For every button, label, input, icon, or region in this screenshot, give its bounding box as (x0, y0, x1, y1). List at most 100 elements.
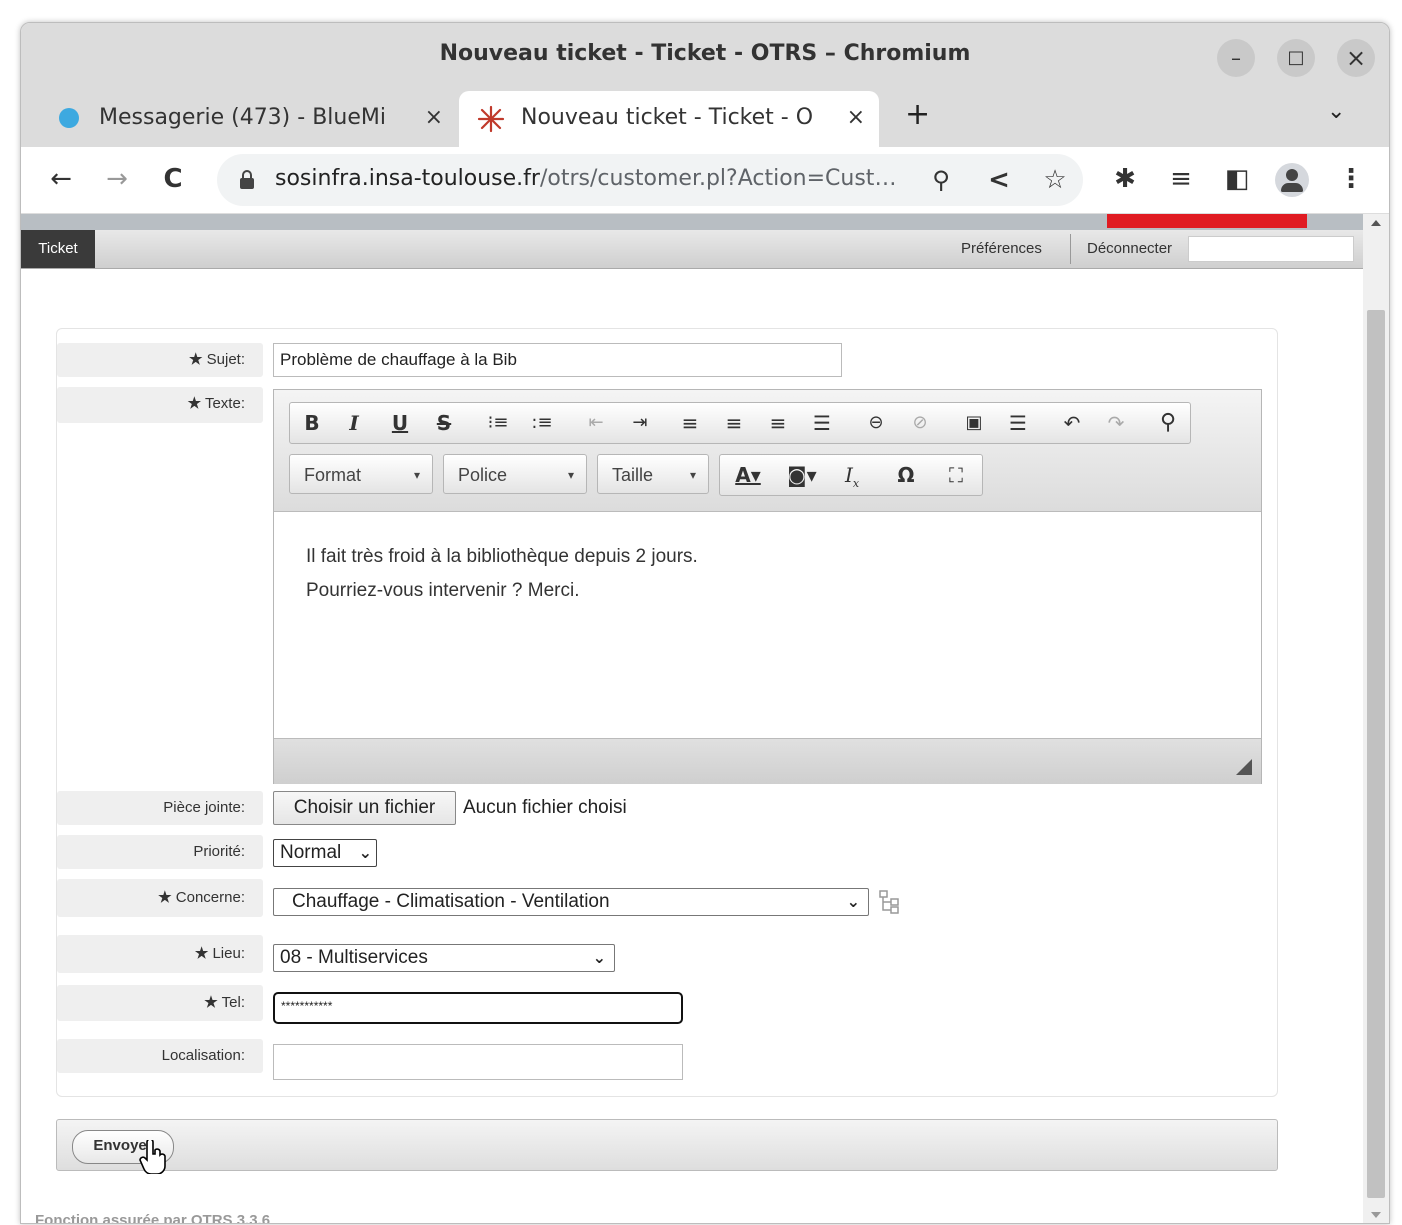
tab-messagerie[interactable]: Messagerie (473) - BlueMi × (41, 91, 457, 147)
close-button[interactable]: × (1337, 39, 1375, 77)
editor-toolbar-row-2: Format ▾ Police ▾ Taille ▾ A▾ ◙▾ Ix Ω ⛶ (289, 454, 983, 496)
footer-text: Fonction assurée par OTRS 3.3.6 (35, 1212, 271, 1224)
editor-toolbar: B I U S ⁝≡ :≡ ⇤ ⇥ ≡ ≡ ≡ ☰ ⊖ ⊘ ▣ ☰ ↶ ↷ ⚲ … (274, 390, 1261, 512)
browser-window: Nouveau ticket - Ticket - OTRS – Chromiu… (20, 22, 1390, 1224)
choose-file-button[interactable]: Choisir un fichier (273, 791, 456, 825)
unlink-icon[interactable]: ⊘ (898, 403, 942, 443)
subject-input[interactable]: Problème de chauffage à la Bib (273, 343, 842, 377)
localisation-label: Localisation: (57, 1039, 263, 1073)
tab-list-chevron-icon[interactable]: ⌄ (1327, 99, 1345, 124)
editor-body[interactable]: Il fait très froid à la bibliothèque dep… (306, 540, 698, 608)
text-label: ★ Texte: (57, 387, 263, 423)
profile-avatar-icon[interactable] (1275, 163, 1309, 197)
insa-logo (1107, 214, 1307, 228)
tree-selection-icon[interactable] (879, 890, 901, 914)
bookmark-star-icon[interactable]: ☆ (1037, 162, 1073, 198)
scroll-up-arrow-icon[interactable] (1371, 220, 1381, 226)
editor-line-2: Pourriez-vous intervenir ? Merci. (306, 580, 580, 601)
tel-label: ★ Tel: (57, 985, 263, 1021)
title-bar: Nouveau ticket - Ticket - OTRS – Chromiu… (21, 23, 1389, 87)
url-path: /otrs/customer.pl?Action=Cust… (539, 166, 897, 191)
side-panel-icon[interactable]: ◧ (1219, 161, 1255, 197)
rich-text-editor[interactable]: B I U S ⁝≡ :≡ ⇤ ⇥ ≡ ≡ ≡ ☰ ⊖ ⊘ ▣ ☰ ↶ ↷ ⚲ … (273, 389, 1262, 784)
text-color-icon[interactable]: A▾ (726, 455, 770, 495)
align-center-icon[interactable]: ≡ (712, 403, 756, 443)
editor-statusbar (274, 738, 1261, 784)
tab-nouveau-ticket[interactable]: Nouveau ticket - Ticket - O × (459, 91, 879, 147)
browser-toolbar: ← → C sosinfra.insa-toulouse.fr/otrs/cus… (21, 147, 1389, 214)
italic-icon[interactable]: I (332, 403, 376, 443)
tel-input[interactable]: *********** (273, 992, 683, 1024)
otrs-icon (477, 105, 505, 133)
no-file-text: Aucun fichier choisi (463, 797, 627, 818)
concerns-select[interactable]: Chauffage - Climatisation - Ventilation ⌄ (273, 888, 869, 916)
link-icon[interactable]: ⊖ (854, 403, 898, 443)
align-left-icon[interactable]: ≡ (668, 403, 712, 443)
undo-icon[interactable]: ↶ (1050, 403, 1094, 443)
outdent-icon[interactable]: ⇤ (574, 403, 618, 443)
nav-preferences-link[interactable]: Préférences (961, 230, 1042, 268)
zoom-icon[interactable]: ⚲ (923, 162, 959, 198)
underline-icon[interactable]: U (378, 403, 422, 443)
new-tab-button[interactable]: + (905, 97, 930, 132)
font-combo[interactable]: Police ▾ (443, 454, 587, 494)
reload-icon[interactable]: C (155, 161, 191, 197)
address-bar[interactable]: sosinfra.insa-toulouse.fr/otrs/customer.… (217, 154, 1083, 206)
subject-label: ★ Sujet: (57, 343, 263, 377)
scrollbar-thumb[interactable] (1367, 310, 1385, 1198)
background-color-icon[interactable]: ◙▾ (780, 455, 824, 495)
nav-ticket-tab[interactable]: Ticket (21, 230, 95, 268)
lock-icon (240, 170, 254, 189)
image-icon[interactable]: ▣ (952, 403, 996, 443)
find-icon[interactable]: ⚲ (1146, 403, 1190, 443)
format-combo[interactable]: Format ▾ (289, 454, 433, 494)
extensions-icon[interactable]: ✱ (1107, 161, 1143, 197)
nav-search-input[interactable] (1188, 236, 1354, 262)
priority-label: Priorité: (57, 835, 263, 869)
menu-icon[interactable]: ⋮ (1333, 161, 1369, 197)
tab-bar: Messagerie (473) - BlueMi × Nouveau tick… (21, 87, 1389, 147)
url-text: sosinfra.insa-toulouse.fr/otrs/customer.… (275, 166, 896, 191)
scroll-down-arrow-icon[interactable] (1371, 1212, 1381, 1218)
redo-icon[interactable]: ↷ (1094, 403, 1138, 443)
concerns-label: ★ Concerne: (57, 879, 263, 917)
reading-list-icon[interactable]: ≡ (1163, 161, 1199, 197)
forward-icon[interactable]: → (99, 161, 135, 197)
bluemind-icon (59, 108, 79, 128)
maximize-editor-icon[interactable]: ⛶ (934, 455, 978, 495)
tab-label: Messagerie (473) - BlueMi (99, 105, 386, 130)
horizontal-rule-icon[interactable]: ☰ (996, 403, 1040, 443)
location-label: ★ Lieu: (57, 935, 263, 973)
window-title: Nouveau ticket - Ticket - OTRS – Chromiu… (439, 41, 971, 66)
editor-line-1: Il fait très froid à la bibliothèque dep… (306, 546, 698, 567)
location-select[interactable]: 08 - Multiservices ⌄ (273, 944, 615, 972)
remove-format-icon[interactable]: Ix (830, 455, 874, 495)
editor-color-group: A▾ ◙▾ Ix Ω ⛶ (719, 454, 983, 496)
strikethrough-icon[interactable]: S (422, 403, 466, 443)
nav-divider (1070, 234, 1071, 264)
editor-toolbar-row-1: B I U S ⁝≡ :≡ ⇤ ⇥ ≡ ≡ ≡ ☰ ⊖ ⊘ ▣ ☰ ↶ ↷ ⚲ (289, 402, 1191, 444)
align-right-icon[interactable]: ≡ (756, 403, 800, 443)
indent-icon[interactable]: ⇥ (618, 403, 662, 443)
tab-label: Nouveau ticket - Ticket - O (521, 105, 814, 130)
otrs-navbar: Ticket Préférences Déconnecter (21, 230, 1363, 269)
resize-handle-icon[interactable] (1236, 759, 1252, 775)
back-icon[interactable]: ← (43, 161, 79, 197)
attachment-label: Pièce jointe: (57, 791, 263, 825)
nav-logout-link[interactable]: Déconnecter (1087, 230, 1172, 268)
share-icon[interactable]: < (981, 162, 1017, 198)
numbered-list-icon[interactable]: ⁝≡ (476, 403, 520, 443)
priority-select[interactable]: Normal ⌄ (273, 839, 377, 867)
special-char-icon[interactable]: Ω (884, 455, 928, 495)
tab-close-icon[interactable]: × (425, 91, 443, 145)
justify-icon[interactable]: ☰ (800, 403, 844, 443)
localisation-input[interactable] (273, 1044, 683, 1080)
hand-cursor-icon (139, 1140, 166, 1174)
minimize-button[interactable]: – (1217, 39, 1255, 77)
tab-close-icon[interactable]: × (847, 91, 865, 145)
maximize-button[interactable]: □ (1277, 39, 1315, 77)
bold-icon[interactable]: B (290, 403, 334, 443)
submit-bar: Envoyer (56, 1119, 1278, 1174)
bullet-list-icon[interactable]: :≡ (520, 403, 564, 443)
size-combo[interactable]: Taille ▾ (597, 454, 709, 494)
